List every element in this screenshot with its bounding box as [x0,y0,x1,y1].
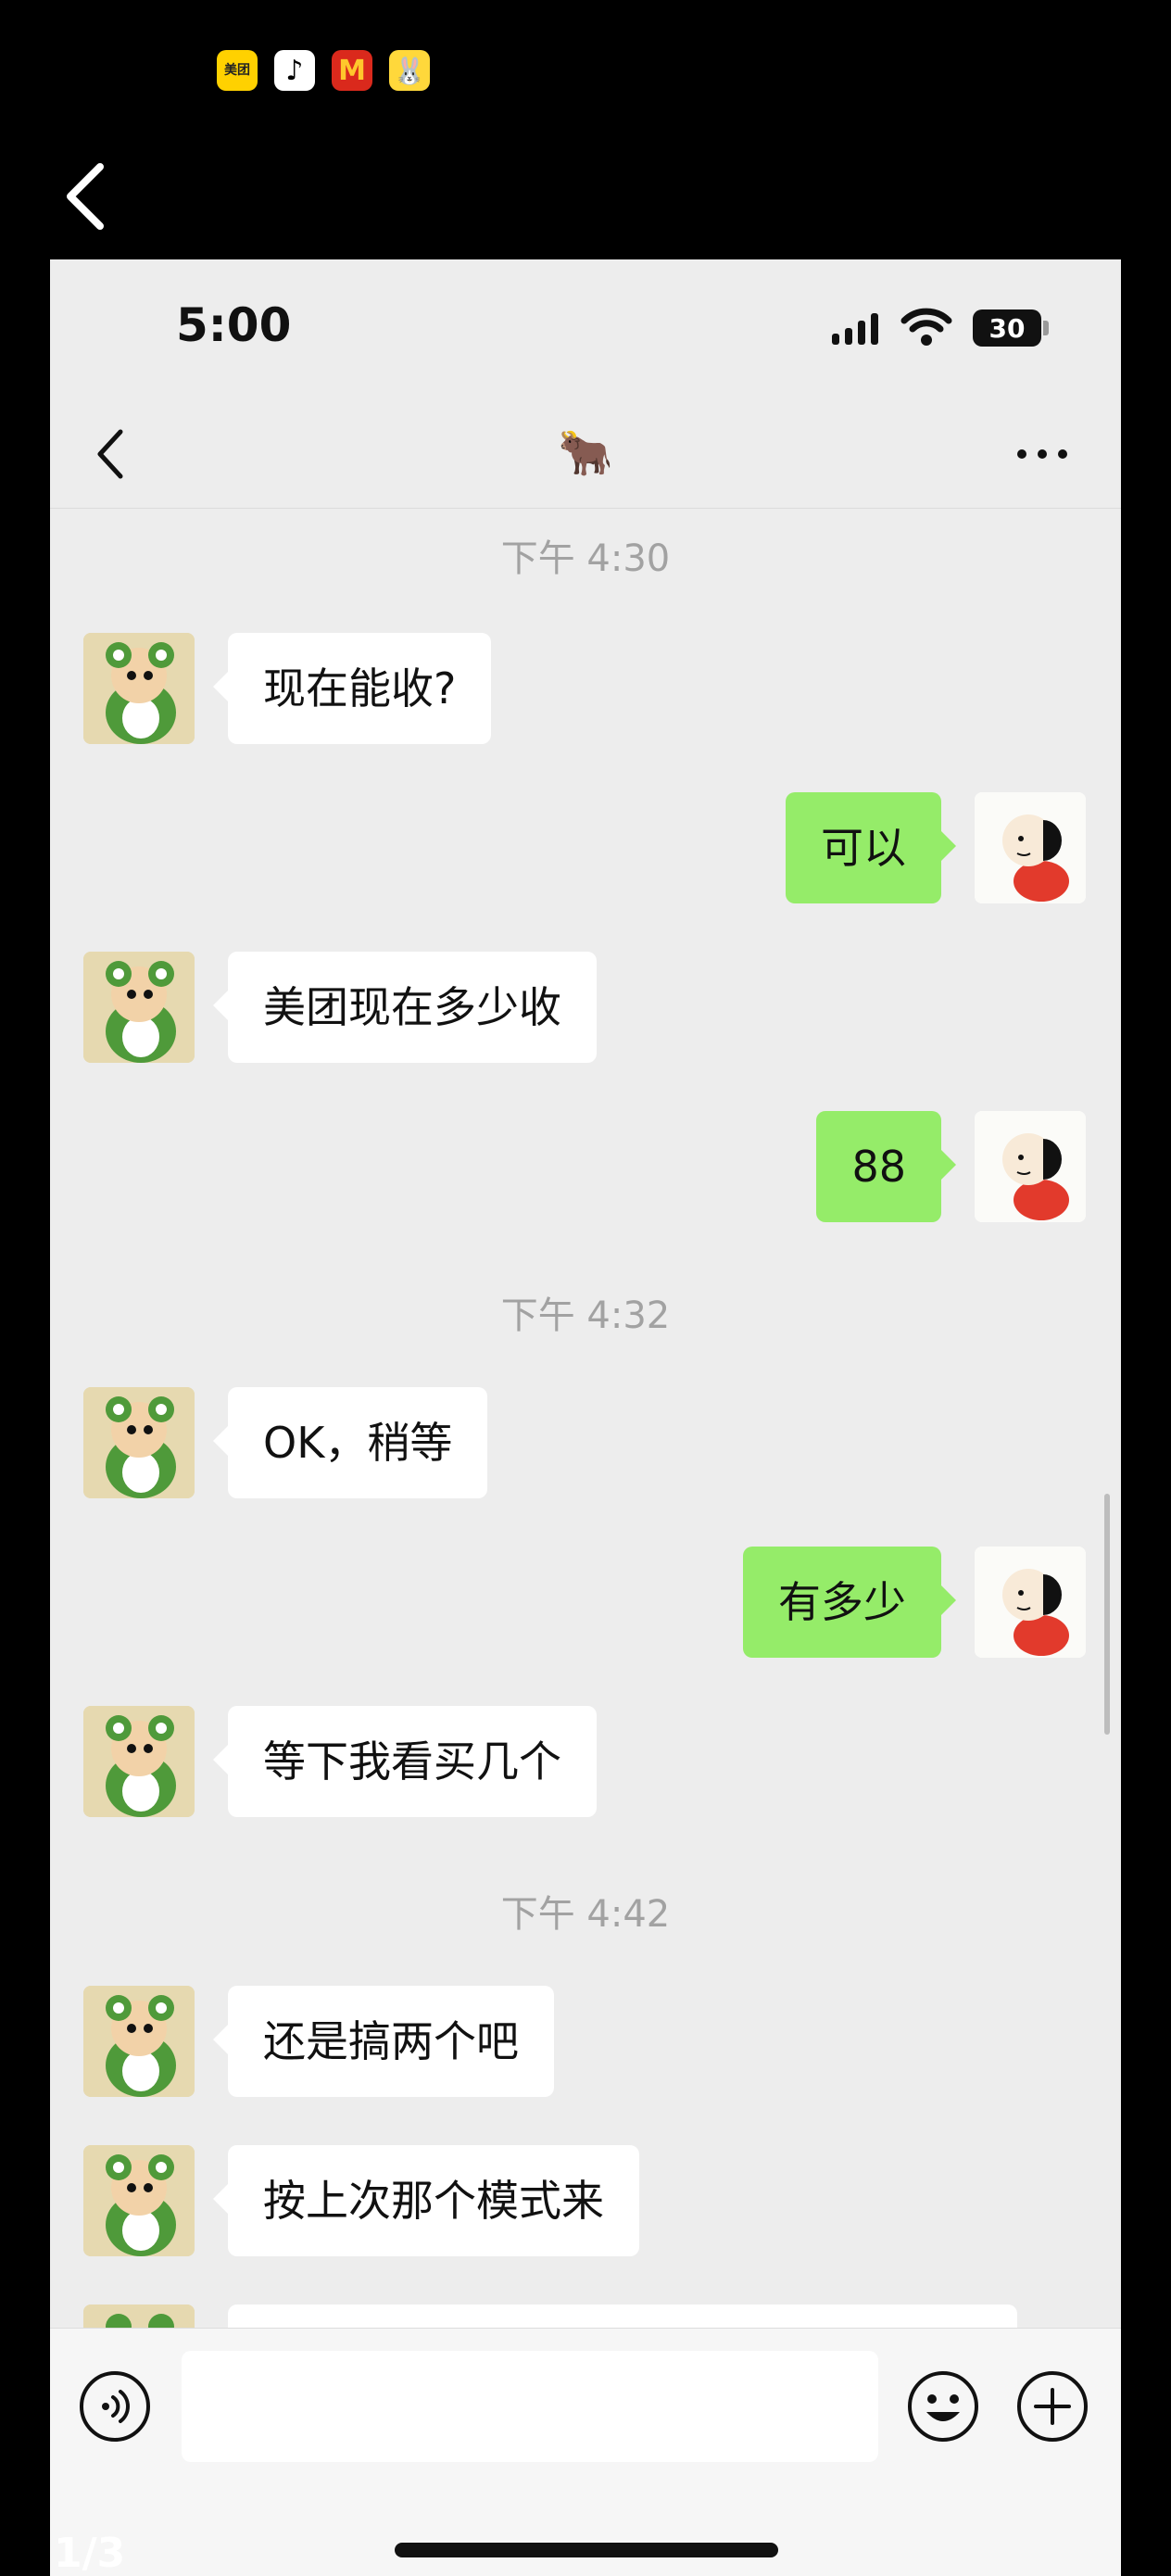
contact-avatar[interactable] [83,1986,195,2097]
contact-avatar[interactable] [83,952,195,1063]
cellular-signal-icon [832,313,878,345]
incoming-message[interactable]: 按上次那个模式来 [213,2145,639,2256]
message-timestamp: 下午 4:42 [500,1893,671,1936]
douyin-app-icon: ♪ [274,50,315,91]
message-input[interactable] [182,2351,878,2462]
incoming-message[interactable]: OK，稍等 [212,1387,488,1498]
my-avatar[interactable] [975,792,1086,903]
wifi-icon [900,308,952,346]
contact-avatar[interactable] [83,2145,195,2256]
contact-avatar[interactable] [83,1387,195,1498]
my-avatar[interactable] [975,1547,1086,1658]
home-indicator[interactable] [395,2543,778,2557]
status-time: 5:00 [176,298,292,352]
voice-icon [80,2371,150,2442]
my-avatar[interactable] [975,1111,1086,1222]
incoming-message[interactable]: 等下我看买几个 [213,1706,597,1817]
chevron-left-icon [67,163,104,230]
chat-scrollbar[interactable] [1104,1494,1110,1735]
more-functions-button[interactable] [1015,2369,1089,2443]
emoji-button[interactable] [906,2369,980,2443]
incoming-message[interactable]: 现在能收? [212,633,492,744]
outgoing-message[interactable]: 有多少 [743,1547,956,1658]
chat-header: 🐂 [50,398,1121,509]
viewer-back-button[interactable] [59,159,115,234]
notification-app-icons: 美团 ♪ M 🐰 [217,50,430,91]
chat-input-bar [50,2328,1121,2576]
viewer-status-bar: 美团 ♪ M 🐰 [0,0,1171,139]
page-counter: 1/3 [54,2530,126,2576]
chat-title: 🐂 [558,427,613,479]
mcdonalds-app-icon: M [332,50,372,91]
status-bar: 5:00 30 [50,259,1121,398]
emoji-icon [908,2371,978,2442]
battery-tip [1043,321,1049,335]
battery-indicator: 30 [973,309,1041,347]
chat-screenshot: 5:00 30 🐂 下午 4:30 现在能收? 可以 美团现在多少收 88 下午… [50,259,1121,2576]
voice-input-button[interactable] [78,2369,152,2443]
incoming-message[interactable]: 美团现在多少收 [213,952,597,1063]
outgoing-message[interactable]: 可以 [786,792,956,903]
rabbit-app-icon: 🐰 [389,50,430,91]
meituan-app-icon: 美团 [217,50,258,91]
more-dots-icon [1017,449,1026,459]
more-options-button[interactable] [1017,445,1078,463]
message-timestamp: 下午 4:32 [500,1294,671,1337]
incoming-message[interactable]: 还是搞两个吧 [213,1986,554,2097]
message-timestamp: 下午 4:30 [500,537,671,580]
contact-avatar[interactable] [83,1706,195,1817]
contact-avatar[interactable] [83,633,195,744]
plus-icon [1017,2371,1088,2442]
outgoing-message[interactable]: 88 [816,1111,956,1222]
